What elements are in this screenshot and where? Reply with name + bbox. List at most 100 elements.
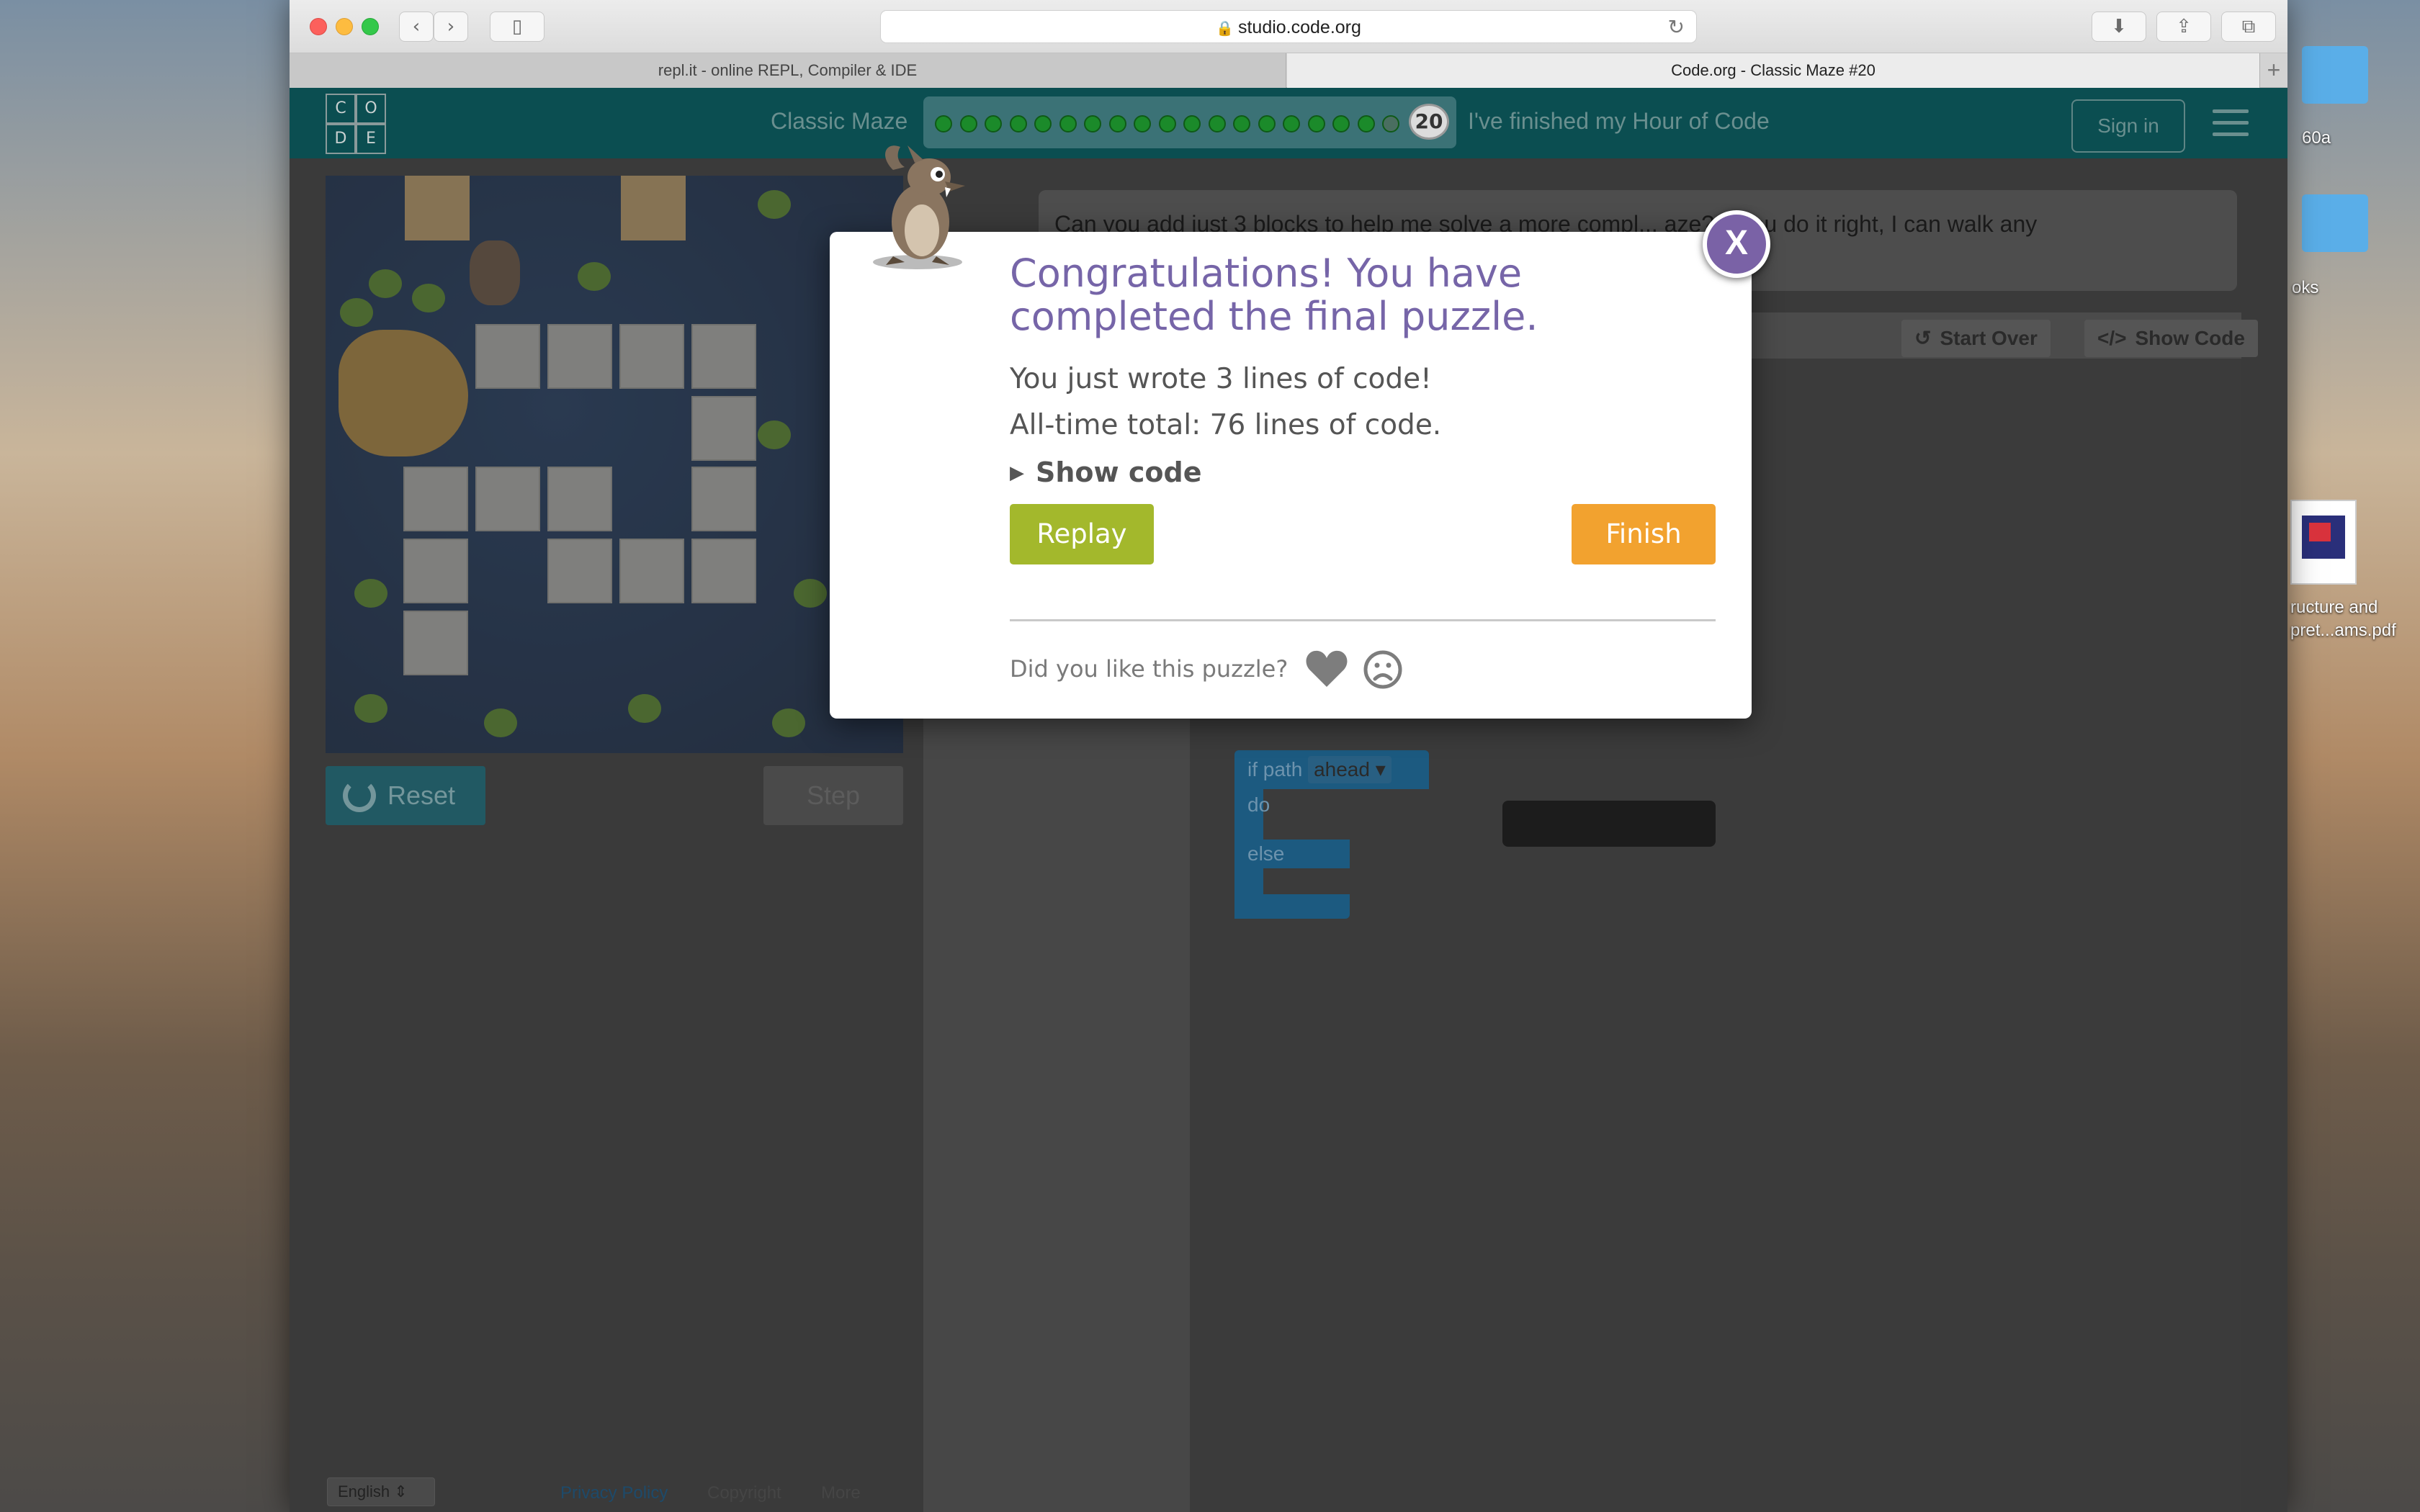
back-button[interactable]: ‹ [399,12,434,42]
level-progress-dot[interactable] [1283,115,1300,132]
desktop-folder-label: oks [2292,278,2319,297]
lily-pad [354,579,387,608]
close-window-button[interactable] [310,18,327,35]
lily-pad [628,694,661,723]
hamburger-menu-icon[interactable] [2213,109,2249,138]
level-progress-dot[interactable] [1208,115,1226,132]
level-progress-dot[interactable] [1307,115,1325,132]
pdf-file-icon[interactable] [2290,500,2357,585]
tab-replit[interactable]: repl.it - online REPL, Compiler & IDE [290,53,1286,88]
level-progress-dot[interactable] [1059,115,1077,132]
maze-tile [691,396,756,461]
privacy-policy-link[interactable]: Privacy Policy [560,1483,668,1503]
page-footer: English ⇕ Privacy Policy Copyright More [290,1470,2287,1512]
workspace-block[interactable] [1502,801,1716,847]
completion-dialog: Congratulations! You have completed the … [830,232,1752,719]
logo-letter: E [356,124,386,154]
lily-pad [578,262,611,291]
downloads-button[interactable]: ⬇ [2092,12,2146,42]
minimize-window-button[interactable] [336,18,353,35]
triangle-right-icon: ▶ [1010,462,1024,484]
start-over-button[interactable]: ↺ Start Over [1901,320,2051,357]
show-code-button[interactable]: </> Show Code [2084,320,2258,357]
logo-letter: C [326,94,356,124]
more-menu-link[interactable]: More [821,1483,861,1503]
sign-in-button[interactable]: Sign in [2071,99,2185,153]
level-progress-dot[interactable] [1009,115,1027,132]
scrat-player-icon [470,240,520,305]
finish-button[interactable]: Finish [1572,504,1716,564]
level-progress-dot[interactable] [1034,115,1052,132]
maze-tile [691,539,756,603]
level-progress-dot[interactable] [1382,115,1399,132]
copyright-link[interactable]: Copyright [707,1483,781,1503]
desktop-folder-icon[interactable] [2302,46,2368,104]
block-bottom [1234,894,1350,919]
level-progress-dot[interactable] [1332,115,1350,132]
browser-window: ‹ › ▯ 🔒 studio.code.org ↻ ⬇ ⇪ ⧉ repl.it -… [290,0,2287,1512]
direction-dropdown[interactable]: ahead ▾ [1308,756,1392,783]
lily-pad [772,708,805,737]
chevron-left-icon: ‹ [412,16,421,37]
current-level-badge[interactable]: 20 [1409,104,1449,140]
step-button[interactable]: Step [763,766,903,825]
show-code-label: Show Code [2135,327,2245,349]
code-org-logo[interactable]: C O D E [326,94,386,154]
site-header: C O D E Classic Maze 20 I've finished my… [290,88,2287,158]
maze-tile [547,467,612,531]
tab-bar: repl.it - online REPL, Compiler & IDE Co… [290,53,2287,88]
zoom-window-button[interactable] [362,18,379,35]
tab-overview-button[interactable]: ⧉ [2221,12,2276,42]
lock-icon: 🔒 [1216,21,1234,37]
show-code-toggle[interactable]: ▶ Show code [1010,456,1201,488]
maze-tile [691,467,756,531]
if-path-label: if path [1247,758,1303,780]
level-progress-dot[interactable] [1357,115,1375,132]
level-progress-dot[interactable] [985,115,1002,132]
hour-of-code-link[interactable]: I've finished my Hour of Code [1468,108,1770,135]
tab-codeorg[interactable]: Code.org - Classic Maze #20 [1287,53,2259,88]
maze-tile [403,539,468,603]
replay-button[interactable]: Replay [1010,504,1154,564]
sidebar-toggle-button[interactable]: ▯ [490,12,544,42]
url-text: studio.code.org [1237,17,1361,37]
maze-tile [403,611,468,675]
reset-icon [343,779,376,812]
level-progress-dot[interactable] [1134,115,1151,132]
address-bar[interactable]: 🔒 studio.code.org ↻ [880,10,1697,43]
level-progress-dot[interactable] [1258,115,1276,132]
sad-face-icon[interactable] [1363,649,1403,690]
close-dialog-button[interactable]: X [1703,210,1770,278]
maze-tile [547,539,612,603]
maze-tile [619,539,684,603]
level-progress-dot[interactable] [1158,115,1176,132]
new-tab-button[interactable]: + [2259,53,2287,88]
reset-button[interactable]: Reset [326,766,485,825]
level-progress-dot[interactable] [959,115,977,132]
language-select[interactable]: English ⇕ [327,1477,435,1506]
lily-pad [794,579,827,608]
forward-button[interactable]: › [434,12,468,42]
share-button[interactable]: ⇪ [2156,12,2211,42]
maze-tile [691,324,756,389]
undo-icon: ↺ [1914,327,1932,349]
level-progress-dot[interactable] [1108,115,1126,132]
dialog-divider [1010,619,1716,621]
direction-value: ahead [1314,758,1370,780]
level-progress-dot[interactable] [1084,115,1101,132]
if-else-block[interactable]: if path ahead ▾ do else [1234,750,1429,919]
desktop-folder-icon[interactable] [2302,194,2368,252]
dialog-title: Congratulations! You have completed the … [1010,251,1538,339]
maze-tile [547,324,612,389]
lily-pad [412,284,445,312]
heart-icon[interactable] [1305,648,1348,688]
chevron-right-icon: › [447,16,455,37]
level-progress-dot[interactable] [1233,115,1250,132]
level-progress-dot[interactable] [935,115,952,132]
island-decoration [339,330,468,456]
reload-icon[interactable]: ↻ [1668,11,1685,44]
level-progress-dot[interactable] [1183,115,1201,132]
share-icon: ⇪ [2176,16,2192,37]
if-path-row: if path ahead ▾ [1234,750,1429,789]
level-progress: 20 [923,96,1456,148]
